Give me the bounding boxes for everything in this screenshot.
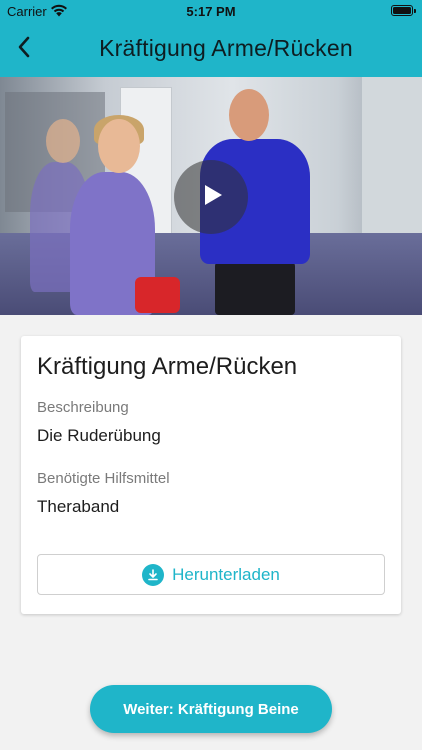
download-icon xyxy=(142,563,165,586)
next-exercise-button[interactable]: Weiter: Kräftigung Beine xyxy=(90,685,332,733)
back-button[interactable] xyxy=(6,30,42,68)
next-exercise-label: Weiter: Kräftigung Beine xyxy=(123,700,299,718)
tools-value: Theraband xyxy=(37,497,120,516)
exercise-card: Kräftigung Arme/Rücken Beschreibung Die … xyxy=(21,336,401,614)
clock: 5:17 PM xyxy=(186,4,236,19)
video-player[interactable] xyxy=(0,77,422,315)
play-button[interactable] xyxy=(174,160,248,234)
download-button[interactable]: Herunterladen xyxy=(37,554,385,595)
description-value: Die Ruderübung xyxy=(37,426,161,445)
download-label: Herunterladen xyxy=(172,564,280,584)
status-bar: Carrier 5:17 PM xyxy=(0,0,422,22)
tools-label: Benötigte Hilfsmittel xyxy=(37,470,170,487)
play-icon xyxy=(199,184,223,211)
description-label: Beschreibung xyxy=(37,399,129,416)
card-title: Kräftigung Arme/Rücken xyxy=(37,353,298,380)
header: Carrier 5:17 PM Kräftigung Arme/Rücken xyxy=(0,0,422,77)
chevron-left-icon xyxy=(17,36,31,63)
battery-icon xyxy=(391,5,416,16)
page-title: Kräftigung Arme/Rücken xyxy=(99,35,353,61)
exercise-screen: Carrier 5:17 PM Kräftigung Arme/Rücken K… xyxy=(0,0,422,750)
nav-bar: Kräftigung Arme/Rücken xyxy=(0,22,422,77)
